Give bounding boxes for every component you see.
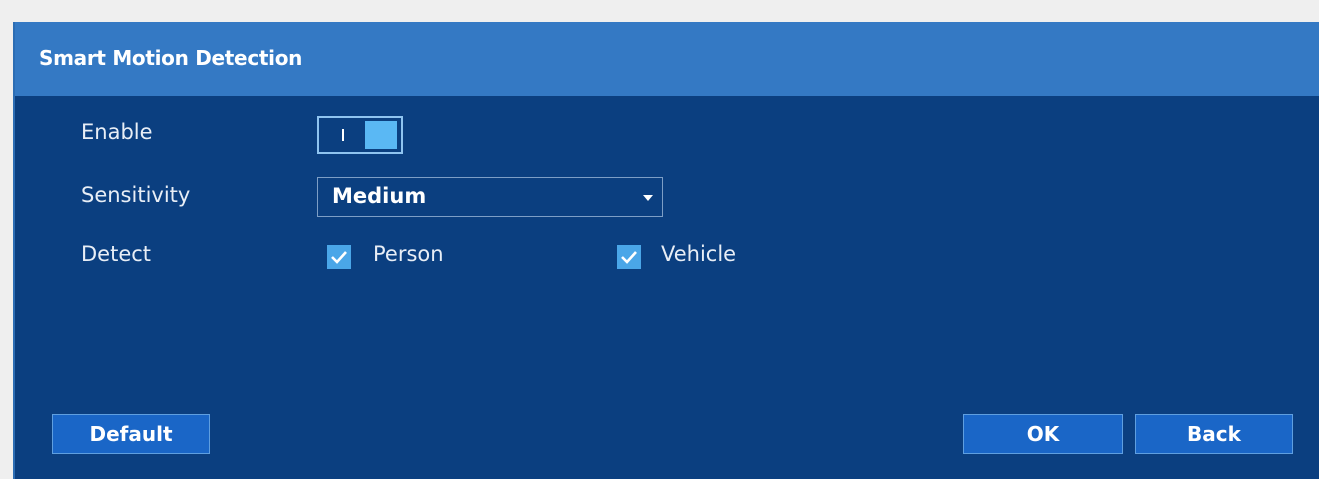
sensitivity-value: Medium — [332, 184, 427, 208]
detect-label: Detect — [81, 242, 152, 266]
dialog-titlebar: Smart Motion Detection — [15, 22, 1319, 96]
toggle-on-indicator — [342, 129, 344, 141]
dialog-title: Smart Motion Detection — [39, 46, 303, 70]
checkmark-icon — [621, 251, 637, 264]
enable-label: Enable — [81, 120, 153, 144]
chevron-down-icon — [643, 195, 653, 201]
sensitivity-label: Sensitivity — [81, 183, 191, 207]
vehicle-label: Vehicle — [661, 242, 737, 266]
vehicle-checkbox[interactable] — [617, 245, 641, 269]
enable-toggle[interactable] — [317, 116, 403, 154]
default-button[interactable]: Default — [52, 414, 210, 454]
person-checkbox[interactable] — [327, 245, 351, 269]
smart-motion-detection-dialog: Smart Motion Detection Enable Sensitivit… — [13, 22, 1319, 479]
person-label: Person — [373, 242, 444, 266]
back-button[interactable]: Back — [1135, 414, 1293, 454]
sensitivity-select[interactable]: Medium — [317, 177, 663, 217]
toggle-knob — [365, 121, 397, 149]
checkmark-icon — [331, 251, 347, 264]
ok-button[interactable]: OK — [963, 414, 1123, 454]
